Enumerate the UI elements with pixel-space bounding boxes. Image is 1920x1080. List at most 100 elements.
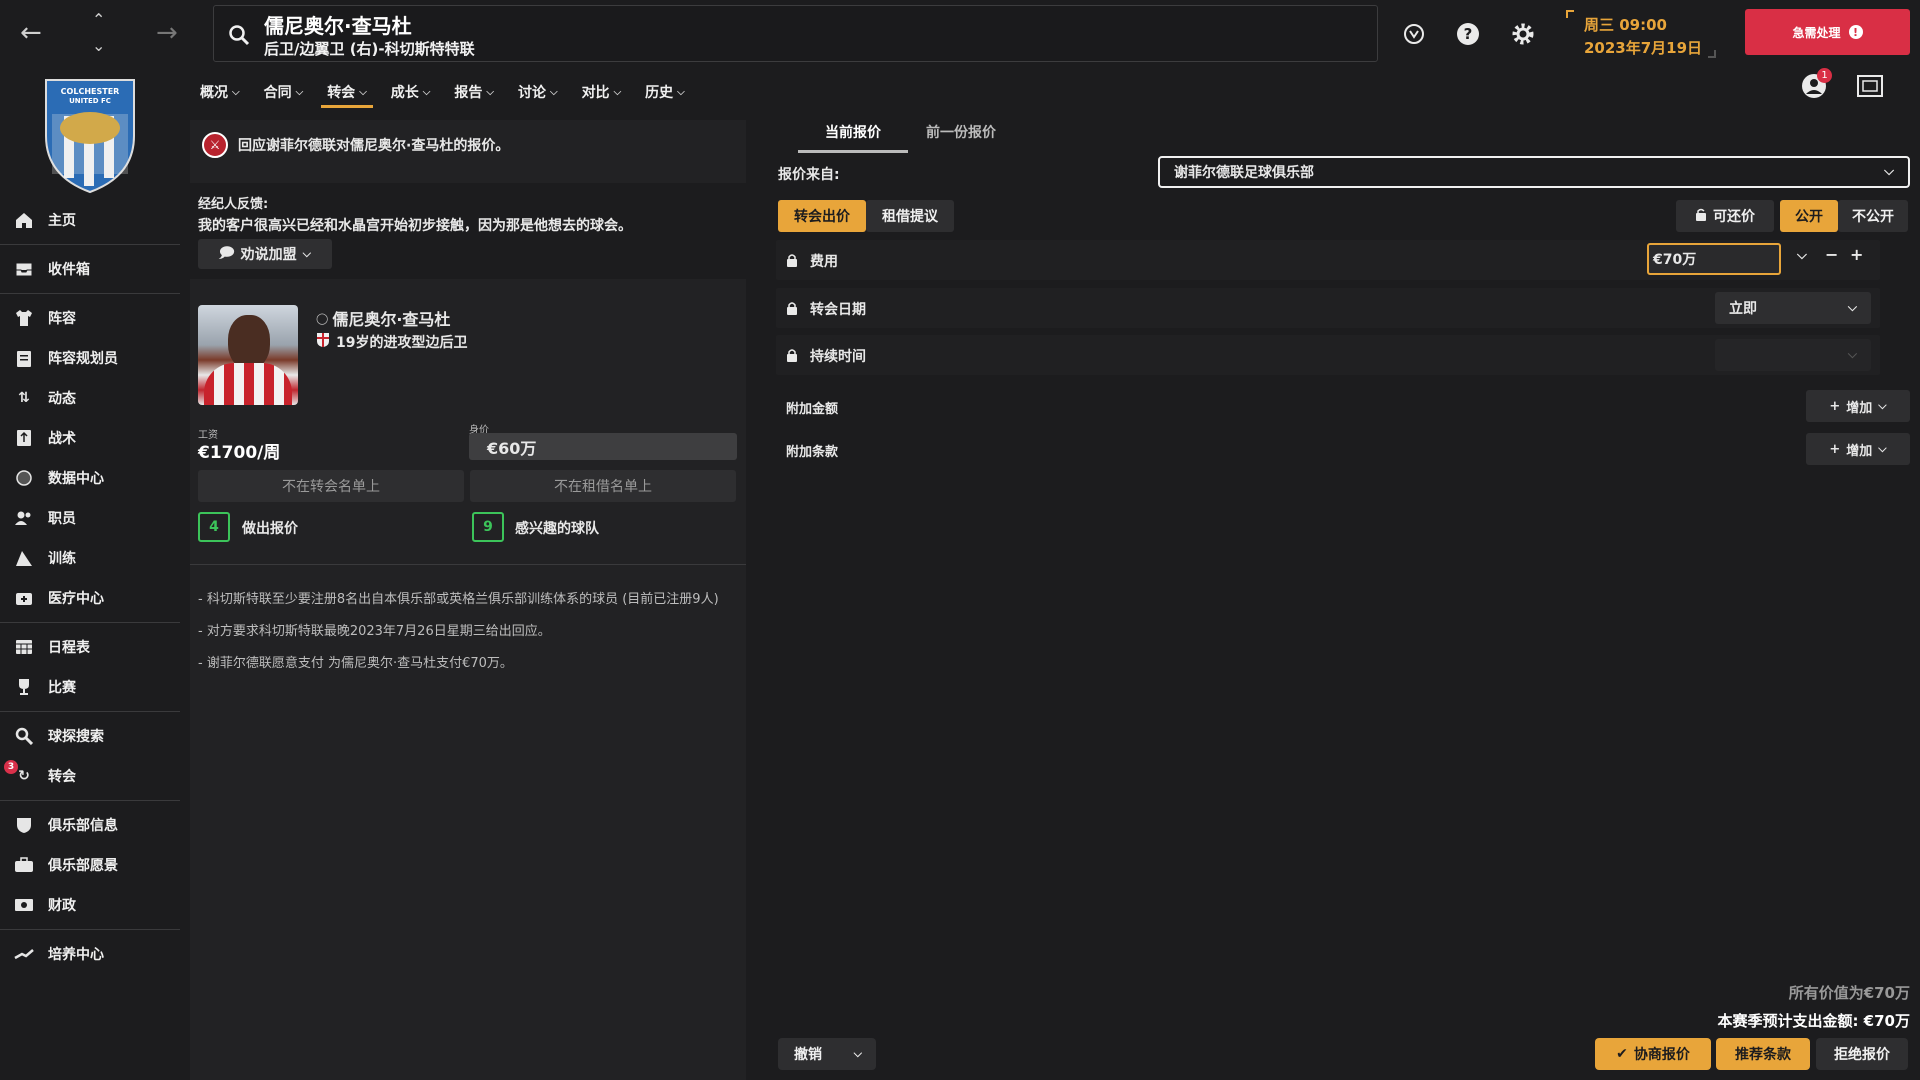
game-date-display[interactable]: 周三 09:00 2023年7月19日 [1566, 10, 1716, 58]
sidebar-item-transfers[interactable]: 3 ↻ 转会 [0, 756, 183, 796]
fullscreen-icon[interactable] [1856, 72, 1884, 100]
tab-development[interactable]: 成长 ⌵ [391, 78, 431, 106]
add-label: 增加 [1846, 443, 1873, 459]
offer-from-select[interactable]: 谢菲尔德联足球俱乐部 ⌵ [1158, 156, 1910, 188]
sidebar-item-label: 日程表 [48, 640, 90, 656]
public-toggle[interactable]: 公开 [1780, 200, 1838, 232]
interested-label: 感兴趣的球队 [515, 521, 599, 537]
page-title: 儒尼奥尔·查马杜 [264, 14, 412, 38]
sidebar-item-training[interactable]: 训练 [0, 538, 183, 578]
transfer-list-status-label: 不在转会名单上 [282, 479, 380, 495]
add-label: 增加 [1846, 400, 1873, 416]
sidebar-item-finances[interactable]: 财政 [0, 885, 183, 925]
social-icon[interactable]: 1 [1800, 68, 1832, 100]
lock-icon[interactable] [786, 347, 798, 362]
sidebar-item-scouting[interactable]: 球探搜索 [0, 716, 183, 756]
sidebar-item-data-hub[interactable]: 数据中心 [0, 458, 183, 498]
sidebar-item-schedule[interactable]: 日程表 [0, 627, 183, 667]
sidebar-divider [0, 711, 180, 712]
sidebar-divider [0, 293, 180, 294]
duration-row: 持续时间 ⌵ [776, 335, 1880, 375]
transfer-date-select[interactable]: 立即 ⌵ [1715, 292, 1871, 324]
decrease-button[interactable]: − [1825, 245, 1838, 264]
negotiate-offer-button[interactable]: ✔ 协商报价 [1595, 1038, 1711, 1070]
agent-feedback-text: 我的客户很高兴已经和水晶宫开始初步接触，因为那是他想去的球会。 [198, 218, 632, 234]
sidebar-item-squad[interactable]: 阵容 [0, 298, 183, 338]
sidebar-item-club-vision[interactable]: 俱乐部愿景 [0, 845, 183, 885]
tab-compare[interactable]: 对比 ⌵ [582, 78, 622, 106]
lock-icon[interactable] [786, 252, 798, 267]
sheffield-united-crest-icon: ⚔ [202, 132, 228, 158]
down-arrow-icon[interactable]: ⌄ [92, 38, 105, 54]
bids-label: 做出报价 [242, 521, 298, 537]
gear-icon[interactable] [1509, 20, 1537, 48]
vision-icon [12, 853, 36, 877]
chevron-down-icon: ⌵ [422, 86, 431, 98]
game-day-time: 周三 09:00 [1584, 16, 1667, 34]
sidebar-item-squad-planner[interactable]: 阵容规划员 [0, 338, 183, 378]
chevron-down-icon[interactable]: ⌵ [1797, 248, 1807, 263]
urgent-action-button[interactable]: 急需处理 ! [1745, 9, 1910, 55]
interested-count[interactable]: 9 [472, 512, 504, 542]
offer-summary-panel: ⚔ 回应谢菲尔德联对儒尼奥尔·查马杜的报价。 经纪人反馈: 我的客户很高兴已经和… [190, 120, 746, 1080]
transfer-offer-toggle[interactable]: 转会出价 [778, 200, 866, 232]
persuade-button[interactable]: 🗩 劝说加盟 ⌵ [198, 239, 332, 269]
add-money-label: 附加金额 [786, 402, 839, 417]
player-face [228, 315, 270, 369]
club-crest[interactable]: COLCHESTER UNITED FC [42, 76, 138, 194]
svg-text:COLCHESTER: COLCHESTER [61, 87, 120, 96]
negotiable-toggle[interactable]: 可还价 [1676, 200, 1774, 232]
help-icon[interactable]: ? [1454, 20, 1482, 48]
increase-button[interactable]: + [1850, 245, 1863, 264]
tab-history[interactable]: 历史 ⌵ [645, 78, 685, 106]
trophy-icon [12, 675, 36, 699]
back-arrow-icon[interactable]: ← [20, 20, 42, 46]
tab-discuss[interactable]: 讨论 ⌵ [518, 78, 558, 106]
cancel-label: 撤销 [794, 1047, 822, 1063]
sidebar-item-label: 阵容 [48, 311, 76, 327]
add-money-button[interactable]: + 增加 ⌵ [1806, 390, 1910, 422]
tab-contract[interactable]: 合同 ⌵ [264, 78, 304, 106]
lock-icon[interactable] [786, 300, 798, 315]
checkmark-icon: ✔ [1616, 1046, 1628, 1062]
sidebar-item-development[interactable]: 培养中心 [0, 934, 183, 974]
offer-note: - 对方要求科切斯特联最晚2023年7月26日星期三给出回应。 [198, 624, 551, 639]
sidebar-item-home[interactable]: 主页 [0, 200, 183, 240]
private-toggle[interactable]: 不公开 [1838, 200, 1908, 232]
reject-offer-button[interactable]: 拒绝报价 [1816, 1038, 1908, 1070]
player-name[interactable]: ◯ 儒尼奥尔·查马杜 [316, 306, 450, 330]
tab-current-offer[interactable]: 当前报价 [798, 122, 908, 153]
sidebar-item-competitions[interactable]: 比赛 [0, 667, 183, 707]
tactics-icon [12, 426, 36, 450]
england-flag-icon [316, 332, 330, 352]
scout-icon [12, 724, 36, 748]
sidebar-item-inbox[interactable]: 收件箱 [0, 249, 183, 289]
sidebar-item-medical[interactable]: 医疗中心 [0, 578, 183, 618]
sidebar-item-label: 球探搜索 [48, 729, 104, 745]
player-search-bar[interactable]: 儒尼奥尔·查马杜 后卫/边翼卫 (右)-科切斯特特联 [213, 5, 1378, 62]
sidebar-item-dynamics[interactable]: ⇅ 动态 [0, 378, 183, 418]
tab-previous-offer[interactable]: 前一份报价 [926, 122, 996, 150]
bids-count[interactable]: 4 [198, 512, 230, 542]
loan-offer-toggle[interactable]: 租借提议 [866, 200, 954, 232]
fee-row: 费用 €70万 ⌵ − + [776, 240, 1880, 280]
up-arrow-icon[interactable]: ⌃ [92, 12, 105, 28]
add-clause-button[interactable]: + 增加 ⌵ [1806, 433, 1910, 465]
offer-from-label: 报价来自: [778, 167, 840, 183]
tab-transfer[interactable]: 转会 ⌵ [321, 78, 373, 108]
recommend-terms-button[interactable]: 推荐条款 [1716, 1038, 1810, 1070]
sidebar-item-tactics[interactable]: 战术 [0, 418, 183, 458]
tab-reports[interactable]: 报告 ⌵ [454, 78, 494, 106]
fee-input[interactable]: €70万 [1647, 243, 1781, 275]
forward-arrow-icon[interactable]: → [156, 20, 178, 46]
cancel-button[interactable]: 撤销 ⌵ [778, 1038, 876, 1070]
sidebar-item-club-info[interactable]: 俱乐部信息 [0, 805, 183, 845]
fm-logo-icon[interactable] [1400, 20, 1428, 48]
sidebar-item-staff[interactable]: 职员 [0, 498, 183, 538]
tab-label: 历史 [645, 85, 674, 101]
player-photo[interactable] [198, 305, 298, 405]
transfer-list-status-button[interactable]: 不在转会名单上 [198, 470, 464, 502]
tab-overview[interactable]: 概况 ⌵ [200, 78, 240, 106]
svg-text:?: ? [1464, 25, 1473, 43]
loan-list-status-button[interactable]: 不在租借名单上 [470, 470, 736, 502]
